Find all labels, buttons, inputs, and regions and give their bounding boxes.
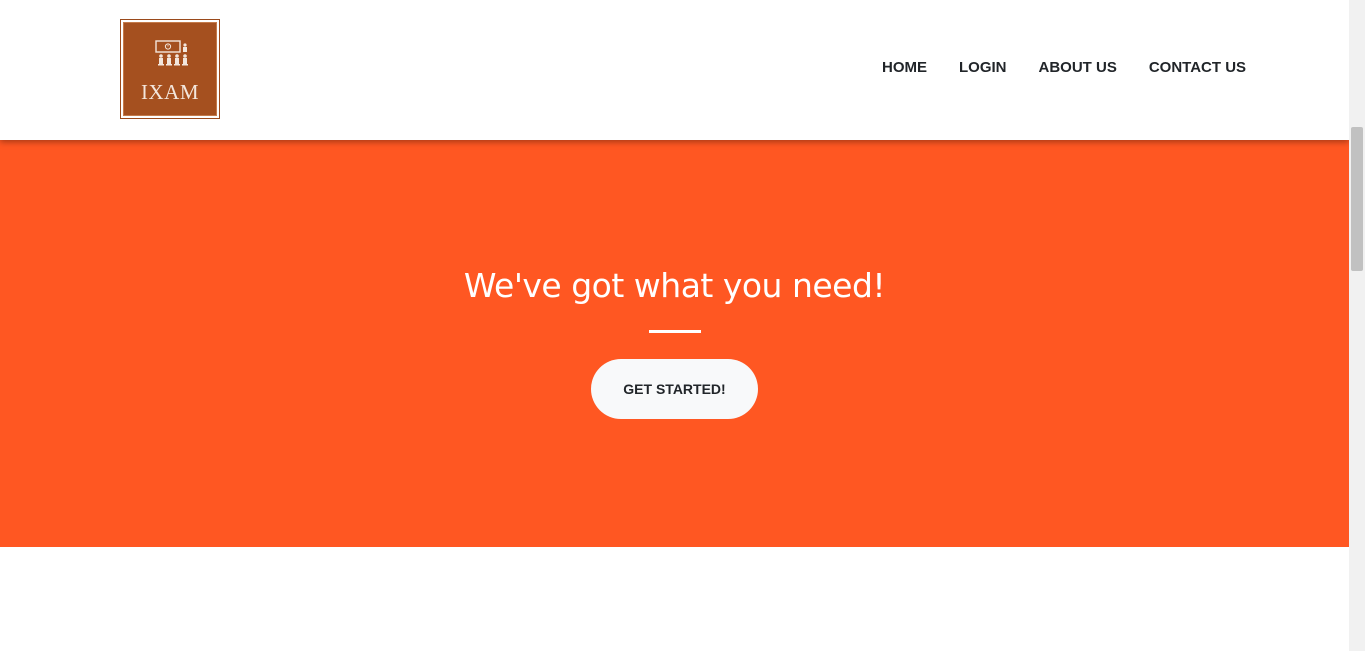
page-viewport: IXAM HOME LOGIN ABOUT US CONTACT US We'v… [0,0,1349,651]
logo-text: IXAM [141,80,199,104]
vertical-scrollbar[interactable] [1349,0,1365,651]
nav-about-us[interactable]: ABOUT US [1039,58,1117,78]
hero-section: We've got what you need! GET STARTED! [0,140,1349,547]
hero-title: We've got what you need! [463,266,886,305]
classroom-icon [155,40,188,66]
brand-logo[interactable]: IXAM [120,19,220,119]
hero-divider [649,330,701,333]
logo-badge: IXAM [123,22,217,116]
scrollbar-thumb[interactable] [1351,127,1363,271]
get-started-button[interactable]: GET STARTED! [591,359,758,419]
nav-login[interactable]: LOGIN [959,58,1007,78]
main-nav: HOME LOGIN ABOUT US CONTACT US [882,58,1246,78]
nav-contact-us[interactable]: CONTACT US [1149,58,1246,78]
nav-home[interactable]: HOME [882,58,927,78]
navbar: IXAM HOME LOGIN ABOUT US CONTACT US [0,0,1349,140]
